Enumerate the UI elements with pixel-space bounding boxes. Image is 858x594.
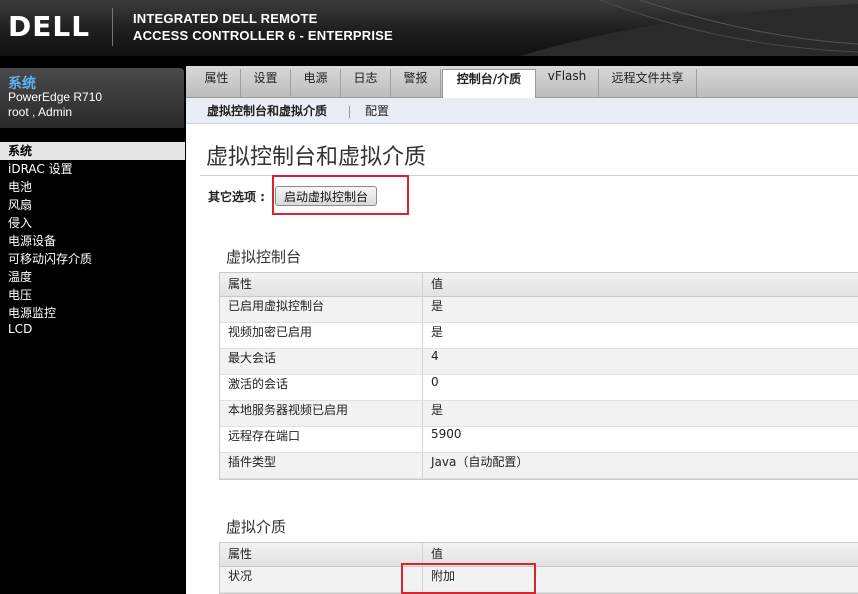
table-row: 本地服务器视频已启用 是 xyxy=(220,401,858,427)
tree-item-fans[interactable]: 风扇 xyxy=(0,196,185,214)
table-row: 已启用虚拟控制台 是 xyxy=(220,297,858,323)
subtab-separator xyxy=(349,106,350,118)
row-attribute: 插件类型 xyxy=(220,453,423,478)
header-attribute: 属性 xyxy=(220,273,423,296)
tree-item-voltages[interactable]: 电压 xyxy=(0,286,185,304)
tree-item-lcd[interactable]: LCD xyxy=(0,322,185,340)
tree-item-system[interactable]: 系统 xyxy=(0,142,185,160)
header-value: 值 xyxy=(431,277,444,291)
tab-vflash[interactable]: vFlash xyxy=(536,69,599,98)
section-title-virtual-console: 虚拟控制台 xyxy=(226,248,302,266)
tab-setup[interactable]: 设置 xyxy=(241,69,291,98)
sub-tab-bar: 虚拟控制台和虚拟介质 配置 xyxy=(186,98,858,124)
tab-bar: 属性 设置 电源 日志 警报 控制台/介质 vFlash 远程文件共享 xyxy=(186,66,858,99)
tab-console-media[interactable]: 控制台/介质 xyxy=(442,69,536,99)
header-attribute: 属性 xyxy=(220,543,423,566)
row-value: Java（自动配置） xyxy=(431,455,529,469)
row-attribute: 最大会话 xyxy=(220,349,423,374)
table-header-row: 属性 值 xyxy=(220,273,858,297)
system-info-box: 系统 PowerEdge R710 root , Admin xyxy=(0,68,184,128)
tree-item-removable-flash-media[interactable]: 可移动闪存介质 xyxy=(0,250,185,268)
row-value: 0 xyxy=(431,375,439,389)
header-swoosh-decoration xyxy=(520,0,858,56)
row-attribute: 状况 xyxy=(220,567,423,592)
tree-item-power-supplies[interactable]: 电源设备 xyxy=(0,232,185,250)
row-value: 是 xyxy=(431,403,444,417)
highlight-box-launch xyxy=(272,175,409,215)
server-model: PowerEdge R710 xyxy=(8,90,103,104)
header-banner: DELL INTEGRATED DELL REMOTE ACCESS CONTR… xyxy=(0,0,858,56)
row-attribute: 已启用虚拟控制台 xyxy=(220,297,423,322)
table-row: 视频加密已启用 是 xyxy=(220,323,858,349)
table-row: 最大会话 4 xyxy=(220,349,858,375)
left-navigation: 系统 PowerEdge R710 root , Admin 系统 iDRAC … xyxy=(0,56,185,594)
tab-remote-file-share[interactable]: 远程文件共享 xyxy=(599,69,697,98)
table-row: 插件类型 Java（自动配置） xyxy=(220,453,858,479)
tab-alerts[interactable]: 警报 xyxy=(391,69,441,98)
row-attribute: 激活的会话 xyxy=(220,375,423,400)
row-value: 是 xyxy=(431,299,444,313)
header-divider xyxy=(112,8,113,46)
other-options-label: 其它选项 : xyxy=(208,190,265,204)
product-name-line2: ACCESS CONTROLLER 6 - ENTERPRISE xyxy=(133,28,393,43)
row-value: 4 xyxy=(431,349,439,363)
table-header-row: 属性 值 xyxy=(220,543,858,567)
section-title-virtual-media: 虚拟介质 xyxy=(226,518,287,536)
tab-properties[interactable]: 属性 xyxy=(193,69,241,98)
virtual-console-table: 属性 值 已启用虚拟控制台 是 视频加密已启用 是 最大会话 4 激活的会话 0… xyxy=(219,272,858,480)
tree-item-batteries[interactable]: 电池 xyxy=(0,178,185,196)
table-row: 远程存在端口 5900 xyxy=(220,427,858,453)
virtual-media-table: 属性 值 状况 附加 xyxy=(219,542,858,594)
page-title: 虚拟控制台和虚拟介质 xyxy=(206,145,427,170)
product-name-line1: INTEGRATED DELL REMOTE xyxy=(133,11,318,26)
current-user: root , Admin xyxy=(8,105,73,119)
highlight-box-status xyxy=(401,563,536,594)
table-row: 激活的会话 0 xyxy=(220,375,858,401)
row-value: 5900 xyxy=(431,427,462,441)
tree-item-intrusion[interactable]: 侵入 xyxy=(0,214,185,232)
row-attribute: 本地服务器视频已启用 xyxy=(220,401,423,426)
row-attribute: 视频加密已启用 xyxy=(220,323,423,348)
table-row: 状况 附加 xyxy=(220,567,858,593)
tab-logs[interactable]: 日志 xyxy=(341,69,391,98)
row-attribute: 远程存在端口 xyxy=(220,427,423,452)
row-value: 是 xyxy=(431,325,444,339)
tab-power[interactable]: 电源 xyxy=(291,69,341,98)
main-content: 属性 设置 电源 日志 警报 控制台/介质 vFlash 远程文件共享 虚拟控制… xyxy=(186,66,858,594)
tree-item-power-monitoring[interactable]: 电源监控 xyxy=(0,304,185,322)
tree-item-temperatures[interactable]: 温度 xyxy=(0,268,185,286)
system-tree: 系统 iDRAC 设置 电池 风扇 侵入 电源设备 可移动闪存介质 温度 电压 … xyxy=(0,142,185,340)
dell-logo: DELL xyxy=(8,10,91,43)
product-name: INTEGRATED DELL REMOTE ACCESS CONTROLLER… xyxy=(133,10,393,44)
tree-item-idrac-settings[interactable]: iDRAC 设置 xyxy=(0,160,185,178)
subtab-configuration[interactable]: 配置 xyxy=(365,102,389,119)
subtab-console-and-media[interactable]: 虚拟控制台和虚拟介质 xyxy=(207,102,327,119)
